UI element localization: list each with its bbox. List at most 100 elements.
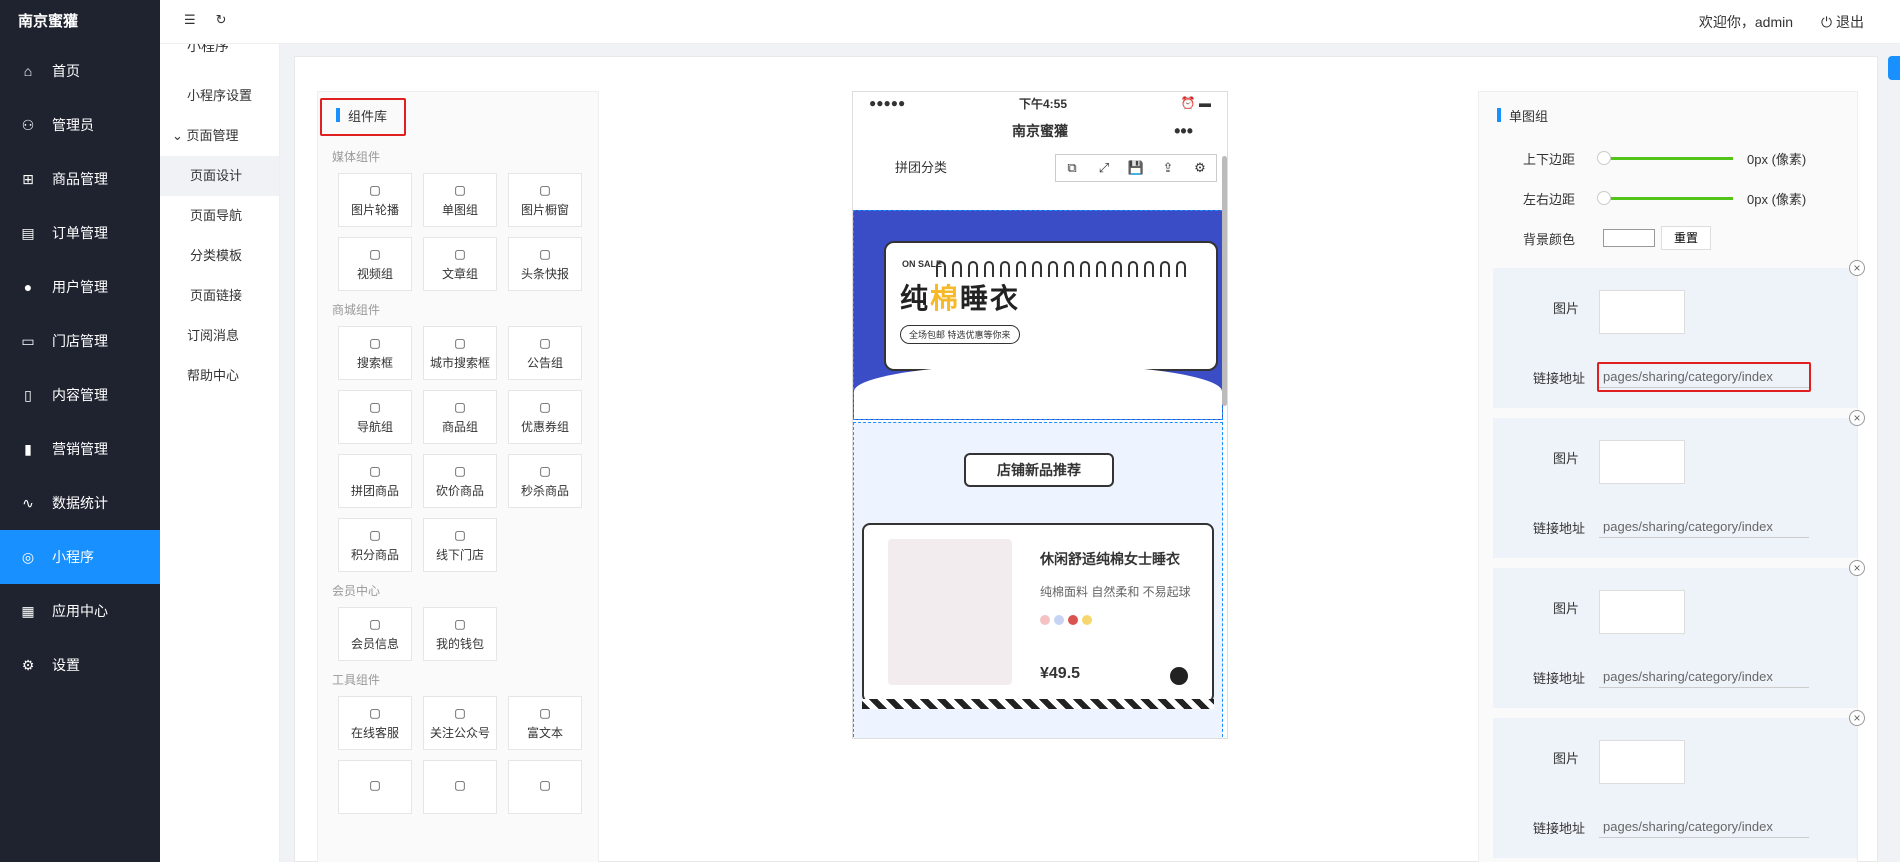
scrollbar[interactable] xyxy=(1222,156,1227,406)
nav-item-11[interactable]: ⚙ 设置 xyxy=(0,638,160,692)
image-thumbnail[interactable] xyxy=(1599,440,1685,484)
component-tile[interactable]: ▢ 城市搜索框 xyxy=(423,326,497,380)
product-image xyxy=(888,539,1012,685)
subnav-category-template[interactable]: 分类模板 xyxy=(160,236,279,276)
component-tile[interactable]: ▢ 拼团商品 xyxy=(338,454,412,508)
banner-block[interactable]: ON SALE 纯棉睡衣 全场包邮 特选优惠等你来 xyxy=(853,210,1223,420)
admin-icon: ⚇ xyxy=(21,116,35,133)
component-tile[interactable]: ▢ 商品组 xyxy=(423,390,497,444)
component-tile[interactable]: ▢ 秒杀商品 xyxy=(508,454,582,508)
subnav-subscribe[interactable]: 订阅消息 xyxy=(160,316,279,356)
link-input[interactable]: pages/sharing/category/index xyxy=(1599,666,1809,688)
image-item: × 图片 链接地址 pages/sharing/category/index xyxy=(1493,560,1865,708)
nav-item-1[interactable]: ⚇ 管理员 xyxy=(0,98,160,152)
component-tile[interactable]: ▢ 公告组 xyxy=(508,326,582,380)
link-input[interactable]: pages/sharing/category/index xyxy=(1599,816,1809,838)
user-icon: ● xyxy=(23,279,33,295)
component-tile[interactable]: ▢ 搜索框 xyxy=(338,326,412,380)
component-tile[interactable]: ▢ 导航组 xyxy=(338,390,412,444)
image-thumbnail[interactable] xyxy=(1599,740,1685,784)
share-icon[interactable]: ⇪ xyxy=(1152,160,1184,176)
component-tile[interactable]: ▢ xyxy=(338,760,412,814)
component-tile[interactable]: ▢ 积分商品 xyxy=(338,518,412,572)
nav-item-7[interactable]: ▮ 营销管理 xyxy=(0,422,160,476)
nav-item-9[interactable]: ◎ 小程序 xyxy=(0,530,160,584)
component-icon: ▢ xyxy=(369,705,381,720)
subnav-settings[interactable]: 小程序设置 xyxy=(160,76,279,116)
nav-item-0[interactable]: ⌂ 首页 xyxy=(0,44,160,98)
nav-item-5[interactable]: ▭ 门店管理 xyxy=(0,314,160,368)
subnav-help[interactable]: 帮助中心 xyxy=(160,356,279,396)
reset-button[interactable]: 重置 xyxy=(1661,226,1712,250)
block-toolbar: ⧉ ⤢ 💾 ⇪ ⚙ xyxy=(1055,154,1217,182)
close-icon[interactable]: × xyxy=(1849,410,1865,426)
component-tile[interactable]: ▢ 头条快报 xyxy=(508,237,582,291)
color-dot xyxy=(1054,615,1064,625)
component-tile[interactable]: ▢ 会员信息 xyxy=(338,607,412,661)
color-picker[interactable] xyxy=(1603,229,1655,247)
margin-vertical-slider[interactable] xyxy=(1597,150,1733,165)
miniapp-icon: ◎ xyxy=(21,548,35,565)
component-icon: ▢ xyxy=(454,705,466,720)
edge-tab[interactable] xyxy=(1888,56,1900,80)
cart-icon[interactable] xyxy=(1170,667,1188,685)
chart-icon: ∿ xyxy=(22,494,34,511)
component-tile[interactable]: ▢ 富文本 xyxy=(508,696,582,750)
component-tile[interactable]: ▢ 砍价商品 xyxy=(423,454,497,508)
margin-horizontal-slider[interactable] xyxy=(1597,190,1733,205)
close-icon[interactable]: × xyxy=(1849,260,1865,276)
close-icon[interactable]: × xyxy=(1849,560,1865,576)
close-icon[interactable]: × xyxy=(1849,710,1865,726)
component-tile[interactable]: ▢ 单图组 xyxy=(423,173,497,227)
component-tile[interactable]: ▢ 我的钱包 xyxy=(423,607,497,661)
component-tile[interactable]: ▢ 线下门店 xyxy=(423,518,497,572)
subnav-page-design[interactable]: 页面设计 xyxy=(160,156,279,196)
component-icon: ▢ xyxy=(369,246,381,261)
component-icon: ▢ xyxy=(539,705,551,720)
lib-category: 工具组件 xyxy=(332,673,381,687)
component-icon: ▢ xyxy=(454,399,466,414)
nav-item-6[interactable]: ▯ 内容管理 xyxy=(0,368,160,422)
component-tile[interactable]: ▢ 图片橱窗 xyxy=(508,173,582,227)
product-block[interactable]: 店铺新品推荐 休闲舒适纯棉女士睡衣 纯棉面料 自然柔和 不易起球 ¥49.5 xyxy=(853,422,1223,738)
subnav-page-link[interactable]: 页面链接 xyxy=(160,276,279,316)
nav-item-8[interactable]: ∿ 数据统计 xyxy=(0,476,160,530)
link-input[interactable]: pages/sharing/category/index xyxy=(1599,516,1809,538)
gift-icon: ⊞ xyxy=(22,170,34,187)
nav-item-4[interactable]: ● 用户管理 xyxy=(0,260,160,314)
image-thumbnail[interactable] xyxy=(1599,590,1685,634)
component-tile[interactable]: ▢ 图片轮播 xyxy=(338,173,412,227)
logout-button[interactable]: ⏻ 退出 xyxy=(1821,12,1864,32)
component-tile[interactable]: ▢ xyxy=(508,760,582,814)
component-library: 组件库 媒体组件 ▢ 图片轮播 ▢ 单图组 ▢ 图片橱窗 ▢ 视频组 ▢ 文章组 ▢ 头条快报 商城组件 ▢… xyxy=(317,91,599,862)
gear-icon[interactable]: ⚙ xyxy=(1184,160,1216,176)
component-tile[interactable]: ▢ 优惠券组 xyxy=(508,390,582,444)
order-icon: ▤ xyxy=(21,224,35,241)
menu-collapse-icon[interactable]: ☰ xyxy=(184,12,196,28)
expand-icon[interactable]: ⤢ xyxy=(1088,160,1120,176)
phone-title: 南京蜜獾 ••• xyxy=(1012,121,1193,141)
lib-category: 媒体组件 xyxy=(332,150,381,164)
sub-navigation: 小程序 小程序设置 ⌄ 页面管理 页面设计 页面导航 分类模板 页面链接 订阅消… xyxy=(160,0,280,862)
nav-item-10[interactable]: ▦ 应用中心 xyxy=(0,584,160,638)
nav-item-2[interactable]: ⊞ 商品管理 xyxy=(0,152,160,206)
nav-item-3[interactable]: ▤ 订单管理 xyxy=(0,206,160,260)
component-tile[interactable]: ▢ 关注公众号 xyxy=(423,696,497,750)
save-icon[interactable]: 💾 xyxy=(1120,160,1152,176)
product-card[interactable]: 休闲舒适纯棉女士睡衣 纯棉面料 自然柔和 不易起球 ¥49.5 xyxy=(862,523,1214,703)
copy-icon[interactable]: ⧉ xyxy=(1056,160,1088,176)
properties-panel: 单图组 上下边距 0px (像素) 左右边距 0px (像素) 背景颜色 重置 × 图片… xyxy=(1478,91,1865,862)
component-icon: ▢ xyxy=(539,399,551,414)
image-item: × 图片 链接地址 pages/sharing/category/index xyxy=(1493,260,1865,408)
component-tile[interactable]: ▢ 视频组 xyxy=(338,237,412,291)
component-tile[interactable]: ▢ xyxy=(423,760,497,814)
component-tile[interactable]: ▢ 在线客服 xyxy=(338,696,412,750)
subnav-page-nav[interactable]: 页面导航 xyxy=(160,196,279,236)
chevron-down-icon: ⌄ xyxy=(172,128,187,143)
lib-category: 会员中心 xyxy=(332,584,381,598)
subnav-group-page-manage[interactable]: ⌄ 页面管理 xyxy=(160,116,279,156)
component-tile[interactable]: ▢ 文章组 xyxy=(423,237,497,291)
image-thumbnail[interactable] xyxy=(1599,290,1685,334)
component-icon: ▢ xyxy=(369,399,381,414)
refresh-icon[interactable]: ↻ xyxy=(216,12,227,28)
